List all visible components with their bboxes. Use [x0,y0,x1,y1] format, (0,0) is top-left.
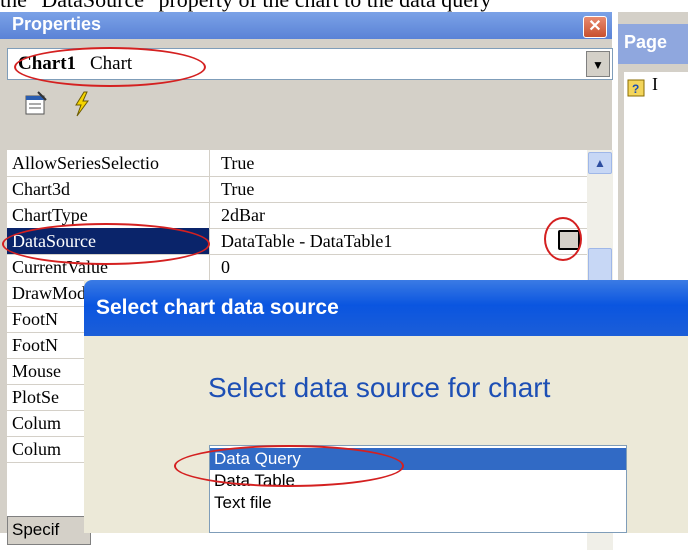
scroll-up-icon[interactable]: ▲ [588,152,612,174]
property-name: Chart3d [7,176,210,202]
browse-button[interactable] [558,230,580,250]
list-item-data-query[interactable]: Data Query [210,448,626,470]
property-name: ChartType [7,202,210,228]
lightning-events-icon[interactable] [68,90,96,118]
close-button[interactable]: ✕ [583,16,607,38]
data-source-listbox[interactable]: Data Query Data Table Text file [209,445,627,533]
description-text: Specif [12,520,60,539]
scroll-thumb[interactable] [588,248,612,284]
description-pane: Specif [7,516,91,545]
properties-titlebar: Properties ✕ [0,12,612,39]
properties-title: Properties [12,14,102,34]
property-value[interactable]: 2dBar [221,202,265,228]
list-item-data-table[interactable]: Data Table [210,470,626,492]
object-name: Chart1 [18,53,77,74]
top-caption-text: the "DataSource" property of the chart t… [0,0,688,12]
list-item-text-file[interactable]: Text file [210,492,626,514]
page-panel-titlebar: Page [618,24,688,64]
property-value[interactable]: True [221,176,254,202]
dialog-titlebar: Select chart data source [84,280,688,336]
property-row[interactable]: AllowSeriesSelectio True [7,150,587,177]
object-selector[interactable]: Chart1 Chart ▼ [7,48,613,80]
property-row-datasource[interactable]: DataSource DataTable - DataTable1 [7,228,587,255]
property-name: DataSource [7,228,210,254]
property-row[interactable]: ChartType 2dBar [7,202,587,229]
property-row[interactable]: CurrentValue 0 [7,254,587,281]
page-item-text: I [652,74,658,94]
property-value[interactable]: DataTable - DataTable1 [221,228,392,254]
select-data-source-dialog: Select chart data source Select data sou… [84,280,688,533]
property-value[interactable]: 0 [221,254,230,280]
svg-text:?: ? [632,82,639,96]
object-type: Chart [90,53,133,74]
property-name: AllowSeriesSelectio [7,150,210,176]
page-panel-title: Page [624,32,668,52]
property-pages-icon[interactable] [22,90,50,118]
property-value[interactable]: True [221,150,254,176]
chevron-down-icon[interactable]: ▼ [586,51,610,77]
dialog-heading: Select data source for chart [208,372,551,403]
property-name: CurrentValue [7,254,210,280]
property-row[interactable]: Chart3d True [7,176,587,203]
help-page-icon[interactable]: ? [626,76,648,98]
dialog-title: Select chart data source [96,296,339,319]
